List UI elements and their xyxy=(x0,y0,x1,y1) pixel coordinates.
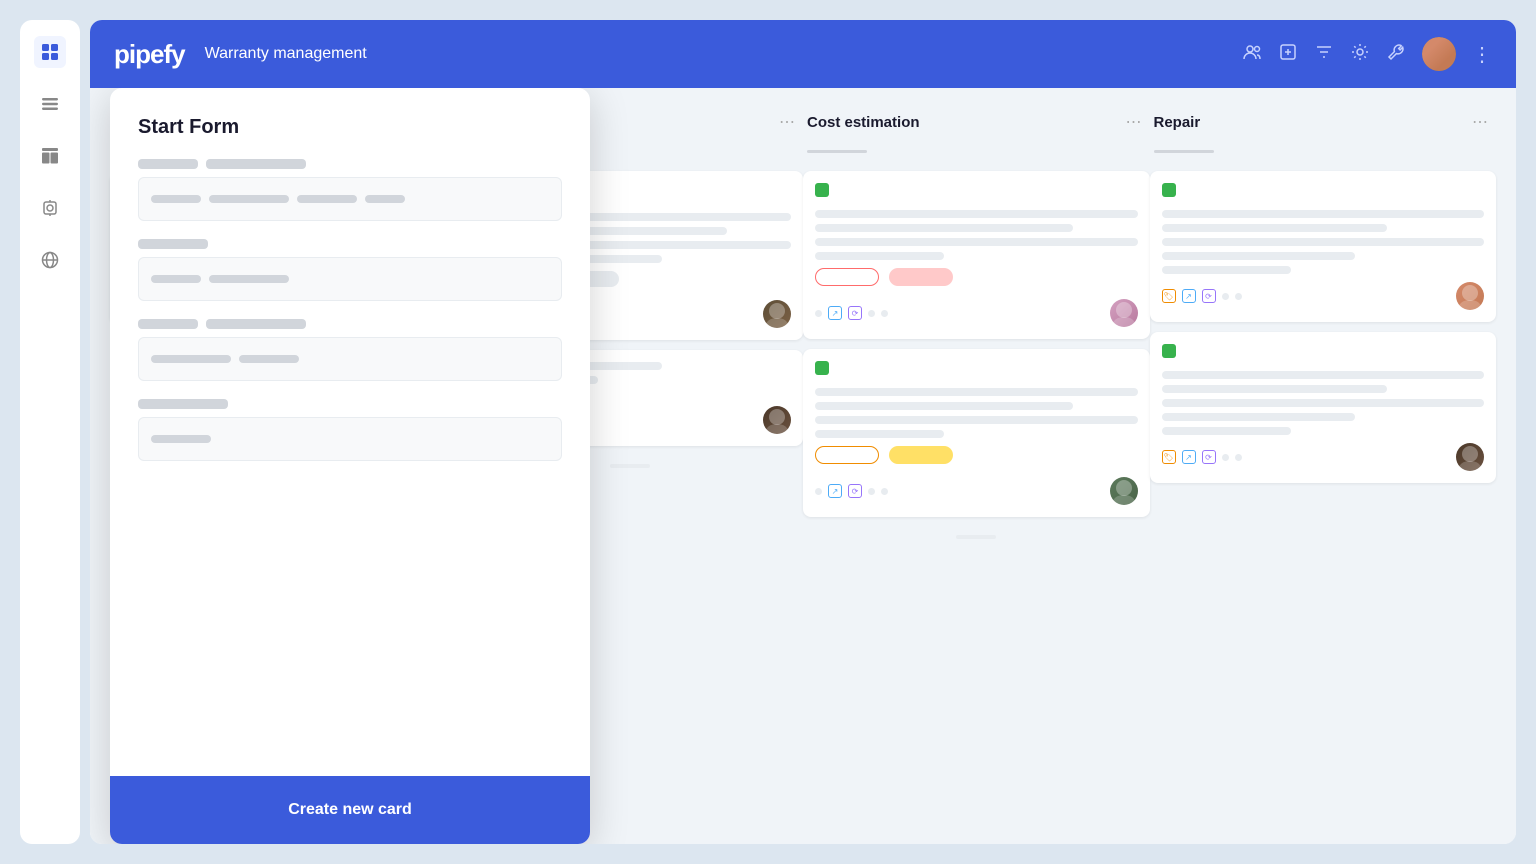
app-shell: pipefy Warranty management xyxy=(0,0,1536,864)
form-label-row-1 xyxy=(138,159,562,169)
export-icon[interactable] xyxy=(1278,42,1298,67)
placeholder-skel xyxy=(209,195,289,203)
header-right: ⋮ xyxy=(1242,37,1492,71)
placeholder-skel xyxy=(151,275,201,283)
filter-icon[interactable] xyxy=(1314,42,1334,67)
logo: pipefy xyxy=(114,39,185,70)
create-new-card-button[interactable]: Create new card xyxy=(110,776,590,844)
create-new-card-label: Create new card xyxy=(288,801,412,819)
placeholder-skel xyxy=(151,435,211,443)
form-input-2[interactable] xyxy=(138,257,562,301)
placeholder-skel xyxy=(239,355,299,363)
start-form: Start Form xyxy=(110,88,590,844)
form-label-row-3 xyxy=(138,319,562,329)
label-skel xyxy=(206,159,306,169)
form-title: Start Form xyxy=(138,116,562,139)
label-skel xyxy=(138,239,208,249)
sidebar-item-automation[interactable] xyxy=(34,192,66,224)
sidebar-item-table[interactable] xyxy=(34,140,66,172)
form-input-4[interactable] xyxy=(138,417,562,461)
placeholder-skel xyxy=(151,195,201,203)
placeholder-skel xyxy=(365,195,405,203)
placeholder-skel xyxy=(151,355,231,363)
form-field-3 xyxy=(138,319,562,381)
form-body: Start Form xyxy=(110,88,590,776)
form-input-3[interactable] xyxy=(138,337,562,381)
board-area: Validation + ⋯ xyxy=(90,88,1516,844)
form-input-1[interactable] xyxy=(138,177,562,221)
form-label-row-2 xyxy=(138,239,562,249)
form-overlay: Start Form xyxy=(90,88,1516,844)
main-content: pipefy Warranty management xyxy=(90,20,1516,844)
form-field-1 xyxy=(138,159,562,221)
header: pipefy Warranty management xyxy=(90,20,1516,88)
placeholder-skel xyxy=(209,275,289,283)
placeholder-skel xyxy=(297,195,357,203)
header-left: pipefy Warranty management xyxy=(114,39,367,70)
kebab-menu-icon[interactable]: ⋮ xyxy=(1472,42,1492,67)
form-field-2 xyxy=(138,239,562,301)
sidebar-item-grid[interactable] xyxy=(34,36,66,68)
label-skel xyxy=(138,319,198,329)
sidebar-item-list[interactable] xyxy=(34,88,66,120)
label-skel xyxy=(138,159,198,169)
form-label-row-4 xyxy=(138,399,562,409)
page-title: Warranty management xyxy=(205,45,367,63)
wrench-icon[interactable] xyxy=(1386,42,1406,67)
label-skel xyxy=(206,319,306,329)
left-nav xyxy=(20,20,80,844)
form-field-4 xyxy=(138,399,562,461)
label-skel xyxy=(138,399,228,409)
avatar[interactable] xyxy=(1422,37,1456,71)
settings-icon[interactable] xyxy=(1350,42,1370,67)
users-icon[interactable] xyxy=(1242,42,1262,67)
sidebar-item-globe[interactable] xyxy=(34,244,66,276)
